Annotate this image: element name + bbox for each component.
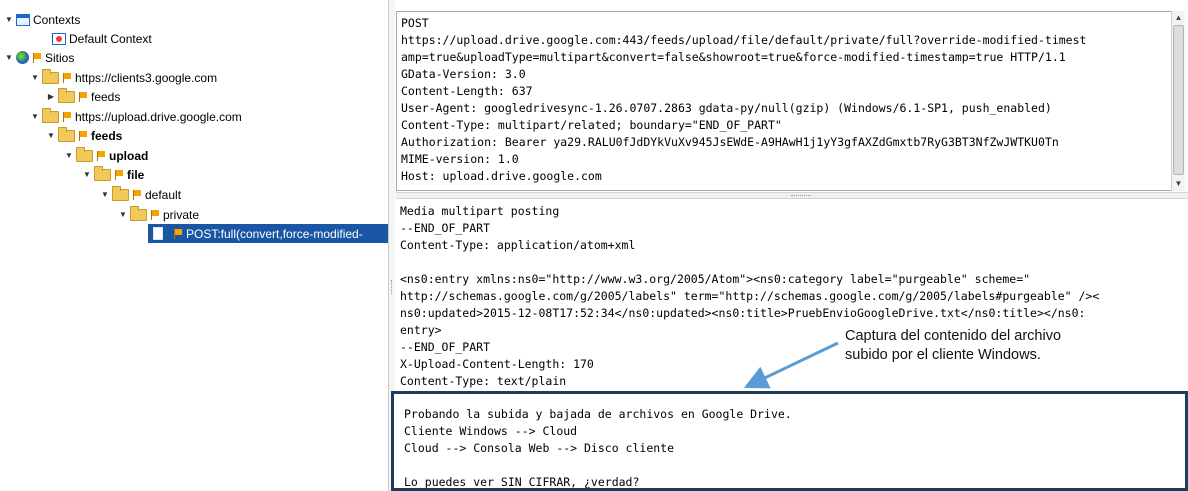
flag-icon: [132, 189, 142, 200]
scroll-thumb[interactable]: [1173, 25, 1184, 175]
body-line: Media multipart posting: [400, 204, 560, 218]
scroll-down-icon[interactable]: ▼: [1172, 178, 1185, 190]
content-line: Cliente Windows --> Cloud: [404, 424, 578, 438]
captured-content-box: Probando la subida y bajada de archivos …: [391, 391, 1188, 491]
contexts-icon: [16, 13, 30, 26]
collapse-icon[interactable]: ▼: [30, 73, 40, 82]
body-line: ns0:updated>2015-12-08T17:52:34</ns0:upd…: [400, 306, 1086, 320]
collapse-icon[interactable]: ▼: [4, 53, 14, 62]
folder-icon: [58, 87, 75, 103]
tree-node-site1-feeds[interactable]: ▶ feeds: [46, 87, 120, 106]
folder-icon: [76, 146, 93, 162]
folder-icon: [42, 68, 59, 84]
content-line: Probando la subida y bajada de archivos …: [404, 407, 792, 421]
expand-icon[interactable]: ▶: [46, 92, 56, 101]
tree-node-default[interactable]: ▼ default: [100, 185, 181, 204]
flag-icon: [173, 228, 183, 239]
tree-node-label: feeds: [91, 128, 123, 143]
tree-node-private[interactable]: ▼ private: [118, 205, 199, 224]
annotation-line: Captura del contenido del archivo: [845, 328, 1062, 344]
body-line: <ns0:entry xmlns:ns0="http://www.w3.org/…: [400, 272, 1031, 286]
tree-node-site2-feeds[interactable]: ▼ feeds: [46, 126, 122, 145]
folder-icon: [42, 107, 59, 123]
header-line: Host: upload.drive.google.com: [401, 169, 602, 183]
default-context-icon: [52, 32, 66, 45]
flag-icon: [78, 130, 88, 141]
request-header-pane[interactable]: POST https://upload.drive.google.com:443/…: [396, 11, 1185, 191]
folder-icon: [94, 165, 111, 181]
collapse-icon[interactable]: ▼: [64, 151, 74, 160]
tree-node-file[interactable]: ▼ file: [82, 165, 144, 184]
collapse-icon[interactable]: ▼: [4, 15, 14, 24]
tree-node-upload[interactable]: ▼ upload: [64, 146, 148, 165]
site-tree-panel: ▼ Contexts Default Context ▼ Sitios ▼ ht…: [0, 0, 389, 491]
header-line: amp=true&uploadType=multipart&convert=fa…: [401, 50, 1066, 64]
body-line: --END_OF_PART: [400, 221, 491, 235]
tree-node-contexts[interactable]: ▼ Contexts: [4, 10, 80, 29]
flag-icon: [150, 209, 160, 220]
tree-node-label: Sitios: [45, 50, 75, 65]
header-line: MIME-version: 1.0: [401, 152, 519, 166]
horizontal-splitter[interactable]: [396, 192, 1188, 199]
tree-node-selected-request[interactable]: POST:full(convert,force-modified-: [148, 224, 388, 243]
tree-node-label: upload: [109, 148, 149, 163]
tree-node-site-clients3[interactable]: ▼ https://clients3.google.com: [30, 68, 217, 87]
tree-node-label: Default Context: [69, 31, 152, 46]
globe-icon: [16, 51, 29, 64]
collapse-icon[interactable]: ▼: [30, 112, 40, 121]
header-line: GData-Version: 3.0: [401, 67, 526, 81]
tree-node-label: default: [145, 187, 182, 202]
document-icon: [153, 227, 163, 240]
tree-node-label: private: [163, 207, 200, 222]
flag-icon: [62, 111, 72, 122]
folder-icon: [58, 126, 75, 142]
tree-node-label: POST:full(convert,force-modified-: [186, 226, 363, 241]
content-line: Lo puedes ver SIN CIFRAR, ¿verdad?: [404, 475, 640, 489]
tree-node-default-context[interactable]: Default Context: [52, 29, 152, 48]
flag-icon: [114, 169, 124, 180]
tree-node-label: https://clients3.google.com: [75, 70, 218, 85]
header-line: Content-Type: multipart/related; boundar…: [401, 118, 782, 132]
tree-node-label: feeds: [91, 89, 121, 104]
header-scrollbar[interactable]: ▲ ▼: [1171, 11, 1185, 191]
flag-icon: [78, 91, 88, 102]
folder-icon: [112, 185, 129, 201]
header-line: User-Agent: googledrivesync-1.26.0707.28…: [401, 101, 1052, 115]
collapse-icon[interactable]: ▼: [100, 190, 110, 199]
flag-icon: [96, 150, 106, 161]
tree-node-site-upload-drive[interactable]: ▼ https://upload.drive.google.com: [30, 107, 242, 126]
header-line: POST: [401, 16, 429, 30]
body-line: http://schemas.google.com/g/2005/labels"…: [400, 289, 1100, 303]
header-line: https://upload.drive.google.com:443/feed…: [401, 33, 1087, 47]
header-line: Authorization: Bearer ya29.RALU0fJdDYkVu…: [401, 135, 1059, 149]
tree-node-label: file: [127, 167, 145, 182]
folder-icon: [130, 205, 147, 221]
flag-icon: [62, 72, 72, 83]
annotation-line: subido por el cliente Windows.: [845, 347, 1041, 363]
flag-icon: [32, 52, 42, 63]
collapse-icon[interactable]: ▼: [118, 210, 128, 219]
body-line: Content-Type: text/plain: [400, 374, 567, 388]
content-line: [404, 457, 1175, 474]
scroll-up-icon[interactable]: ▲: [1172, 12, 1185, 24]
tree-node-sitios[interactable]: ▼ Sitios: [4, 48, 74, 67]
collapse-icon[interactable]: ▼: [82, 170, 92, 179]
header-line: Content-Length: 637: [401, 84, 533, 98]
content-line: Cloud --> Consola Web --> Disco cliente: [404, 441, 675, 455]
collapse-icon[interactable]: ▼: [46, 131, 56, 140]
body-line: [400, 254, 1168, 271]
body-line: Content-Type: application/atom+xml: [400, 238, 636, 252]
tree-node-label: https://upload.drive.google.com: [75, 109, 242, 124]
tree-node-label: Contexts: [33, 12, 81, 27]
annotation-callout: Captura del contenido del archivo subido…: [845, 327, 1175, 365]
